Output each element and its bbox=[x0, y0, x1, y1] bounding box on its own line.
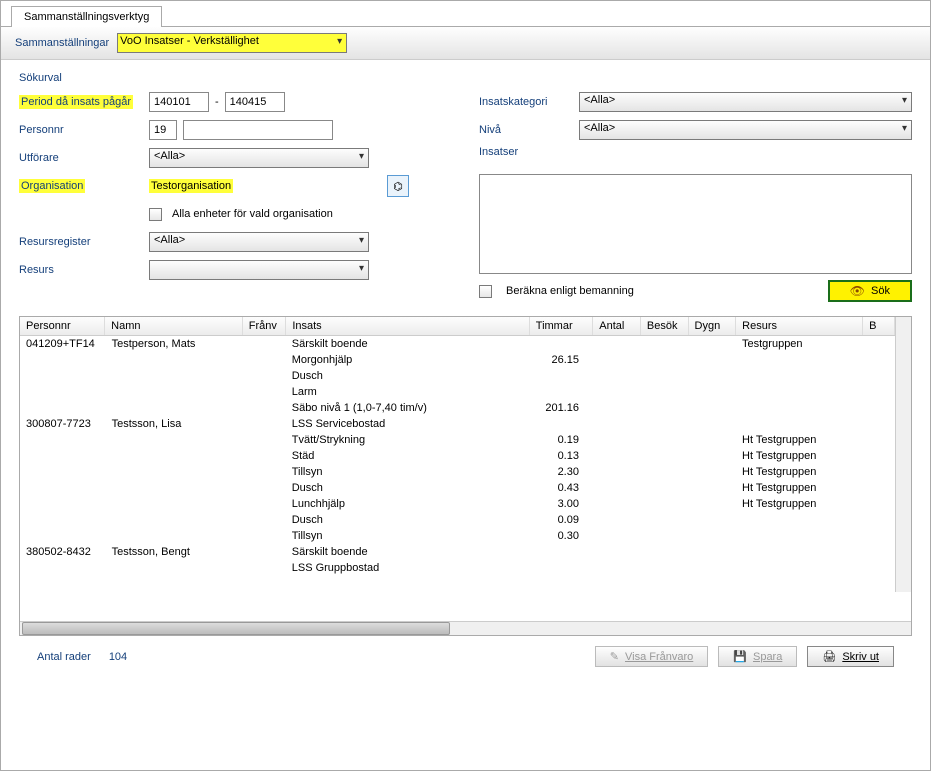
niva-label: Nivå bbox=[479, 124, 579, 136]
insatskategori-value: <Alla> bbox=[584, 94, 615, 106]
sammanstallningar-dropdown[interactable]: VoO Insatser - Verkställighet bbox=[117, 33, 347, 53]
absence-icon: ✎ bbox=[610, 650, 619, 663]
vertical-scrollbar[interactable] bbox=[895, 317, 911, 592]
tab-strip: Sammanställningsverktyg bbox=[1, 1, 930, 27]
insatskategori-label: Insatskategori bbox=[479, 96, 579, 108]
period-to-input[interactable] bbox=[225, 92, 285, 112]
search-eye-icon: 👁 bbox=[850, 284, 865, 298]
all-units-checkbox[interactable] bbox=[149, 208, 162, 221]
grid-col-insats[interactable]: Insats bbox=[286, 317, 529, 336]
sokurval-title: Sökurval bbox=[19, 72, 912, 84]
table-row[interactable]: Dusch0.09 bbox=[20, 512, 895, 528]
grid-body[interactable]: 041209+TF14Testperson, MatsSärskilt boen… bbox=[20, 336, 895, 575]
organisation-label: Organisation bbox=[19, 179, 85, 193]
resurs-dropdown[interactable] bbox=[149, 260, 369, 280]
visa-franvaro-label: Visa Frånvaro bbox=[625, 651, 693, 663]
grid-col-personnr[interactable]: Personnr bbox=[20, 317, 105, 336]
utforare-label: Utförare bbox=[19, 152, 149, 164]
rows-label: Antal rader bbox=[37, 651, 91, 663]
grid-col-besök[interactable]: Besök bbox=[640, 317, 688, 336]
period-sep: - bbox=[215, 96, 219, 108]
grid-col-namn[interactable]: Namn bbox=[105, 317, 243, 336]
table-row[interactable]: Morgonhjälp26.15 bbox=[20, 352, 895, 368]
table-row[interactable]: LSS Gruppbostad bbox=[20, 560, 895, 575]
org-tree-icon: ⌬ bbox=[393, 180, 403, 193]
resurs-label: Resurs bbox=[19, 264, 149, 276]
footer: Antal rader 104 ✎ Visa Frånvaro 💾 Spara … bbox=[19, 636, 912, 681]
rows-value: 104 bbox=[109, 651, 127, 663]
period-label: Period då insats pågår bbox=[19, 95, 133, 109]
insatser-label: Insatser bbox=[479, 146, 579, 158]
period-from-input[interactable] bbox=[149, 92, 209, 112]
grid-col-frånv[interactable]: Frånv bbox=[242, 317, 286, 336]
spara-button[interactable]: 💾 Spara bbox=[718, 646, 797, 667]
grid-table: PersonnrNamnFrånvInsatsTimmarAntalBesökD… bbox=[20, 317, 895, 336]
tab-sammanstallningsverktyg[interactable]: Sammanställningsverktyg bbox=[11, 6, 162, 27]
content: Sökurval Period då insats pågår - Person… bbox=[1, 60, 930, 689]
table-row[interactable]: Tvätt/Strykning0.19Ht Testgruppen bbox=[20, 432, 895, 448]
grid-col-timmar[interactable]: Timmar bbox=[529, 317, 593, 336]
toolbar: Sammanställningar VoO Insatser - Verkstä… bbox=[1, 27, 930, 60]
save-icon: 💾 bbox=[733, 650, 747, 663]
toolbar-label: Sammanställningar bbox=[15, 37, 109, 49]
app-window: Sammanställningsverktyg Sammanställninga… bbox=[0, 0, 931, 771]
table-row[interactable]: Städ0.13Ht Testgruppen bbox=[20, 448, 895, 464]
insatskategori-dropdown[interactable]: <Alla> bbox=[579, 92, 912, 112]
sok-label: Sök bbox=[871, 285, 890, 297]
organisation-value: Testorganisation bbox=[149, 179, 233, 193]
grid-header: PersonnrNamnFrånvInsatsTimmarAntalBesökD… bbox=[20, 317, 895, 336]
table-row[interactable]: Säbo nivå 1 (1,0-7,40 tim/v)201.16 bbox=[20, 400, 895, 416]
grid-col-resurs[interactable]: Resurs bbox=[736, 317, 863, 336]
scrollbar-thumb[interactable] bbox=[22, 622, 450, 635]
resursregister-label: Resursregister bbox=[19, 236, 149, 248]
grid-col-b[interactable]: B bbox=[863, 317, 895, 336]
dropdown-value: VoO Insatser - Verkställighet bbox=[120, 35, 259, 47]
resursregister-dropdown[interactable]: <Alla> bbox=[149, 232, 369, 252]
utforare-value: <Alla> bbox=[154, 150, 185, 162]
table-row[interactable]: Dusch0.43Ht Testgruppen bbox=[20, 480, 895, 496]
table-row[interactable]: Larm bbox=[20, 384, 895, 400]
table-row[interactable]: 041209+TF14Testperson, MatsSärskilt boen… bbox=[20, 336, 895, 352]
table-row[interactable]: Tillsyn2.30Ht Testgruppen bbox=[20, 464, 895, 480]
tab-label: Sammanställningsverktyg bbox=[24, 11, 149, 23]
table-row[interactable]: 300807-7723Testsson, LisaLSS Servicebost… bbox=[20, 416, 895, 432]
table-row[interactable]: Dusch bbox=[20, 368, 895, 384]
personnr-prefix-input[interactable] bbox=[149, 120, 177, 140]
grid-col-dygn[interactable]: Dygn bbox=[688, 317, 736, 336]
niva-value: <Alla> bbox=[584, 122, 615, 134]
visa-franvaro-button[interactable]: ✎ Visa Frånvaro bbox=[595, 646, 709, 667]
sok-button[interactable]: 👁 Sök bbox=[828, 280, 912, 302]
resursregister-value: <Alla> bbox=[154, 234, 185, 246]
utforare-dropdown[interactable]: <Alla> bbox=[149, 148, 369, 168]
table-row[interactable]: Lunchhjälp3.00Ht Testgruppen bbox=[20, 496, 895, 512]
grid-col-antal[interactable]: Antal bbox=[593, 317, 641, 336]
personnr-label: Personnr bbox=[19, 124, 149, 136]
skriv-ut-label: Skriv ut bbox=[842, 651, 879, 663]
personnr-input[interactable] bbox=[183, 120, 333, 140]
insatser-listbox[interactable] bbox=[479, 174, 912, 274]
filters: Period då insats pågår - Personnr bbox=[19, 86, 912, 302]
table-row[interactable]: Tillsyn0.30 bbox=[20, 528, 895, 544]
print-icon: 🖨 bbox=[822, 650, 836, 663]
results-grid: PersonnrNamnFrånvInsatsTimmarAntalBesökD… bbox=[19, 316, 912, 636]
organisation-picker-button[interactable]: ⌬ bbox=[387, 175, 409, 197]
table-row[interactable]: 380502-8432Testsson, BengtSärskilt boend… bbox=[20, 544, 895, 560]
niva-dropdown[interactable]: <Alla> bbox=[579, 120, 912, 140]
filters-right: Insatskategori <Alla> Nivå <Alla> Insats… bbox=[479, 86, 912, 302]
berakna-checkbox[interactable] bbox=[479, 285, 492, 298]
filters-left: Period då insats pågår - Personnr bbox=[19, 86, 449, 302]
all-units-label: Alla enheter för vald organisation bbox=[172, 208, 333, 220]
spara-label: Spara bbox=[753, 651, 782, 663]
horizontal-scrollbar[interactable] bbox=[20, 621, 911, 635]
skriv-ut-button[interactable]: 🖨 Skriv ut bbox=[807, 646, 894, 667]
berakna-label: Beräkna enligt bemanning bbox=[506, 285, 634, 297]
